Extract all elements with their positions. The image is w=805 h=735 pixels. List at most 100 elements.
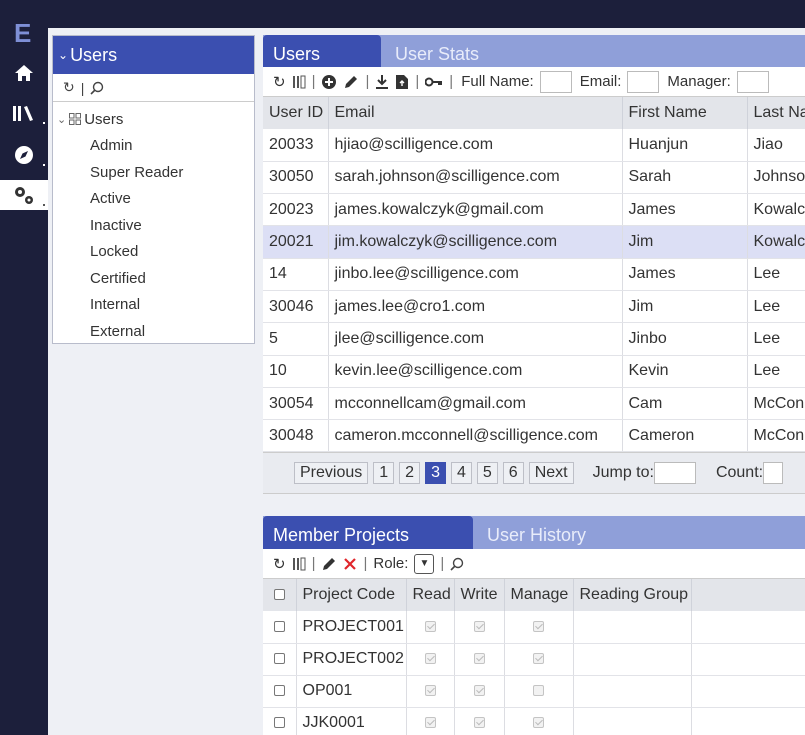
column-header-write[interactable]: Write — [454, 579, 505, 611]
page-button-6[interactable]: 6 — [502, 462, 524, 484]
empty-cell — [691, 675, 805, 708]
table-row[interactable]: 5 jlee@scilligence.com Jinbo Lee — [263, 322, 805, 356]
tree-item-external[interactable]: External — [57, 319, 254, 346]
read-cell — [406, 643, 455, 676]
user-groups-header[interactable]: ⌄ Users — [53, 36, 254, 74]
add-icon[interactable] — [321, 74, 337, 90]
edit-icon[interactable] — [321, 556, 337, 572]
column-header-reading-group[interactable]: Reading Group — [573, 579, 692, 611]
key-icon[interactable] — [425, 76, 443, 88]
count-input[interactable] — [763, 462, 784, 484]
user-id-cell: 20033 — [263, 129, 329, 162]
column-header-project-code[interactable]: Project Code — [296, 579, 407, 611]
table-row[interactable]: 30054mcconnellcam@gmail.comCamMcConnell — [263, 387, 805, 421]
row-checkbox[interactable] — [273, 717, 285, 729]
table-row[interactable]: 10 kevin.lee@scilligence.com Kevin Lee — [263, 355, 805, 388]
page-button-1[interactable]: 1 — [373, 462, 395, 484]
jump-to-label: Jump to: — [592, 464, 654, 481]
user-groups-panel: ⌄ Users ↻ | ⌄ Users Admin Super Reader A… — [52, 35, 255, 344]
table-row[interactable]: 20021 jim.kowalczyk@scilligence.com Jim Kow… — [263, 225, 805, 259]
toolbar-separator: | — [415, 73, 420, 90]
row-checkbox[interactable] — [273, 621, 285, 633]
tab-user-history[interactable]: User History — [473, 516, 596, 552]
refresh-icon[interactable]: ↻ — [63, 79, 75, 96]
table-row[interactable]: 30048 cameron.mcconnell@scilligence.com Ca… — [263, 419, 805, 452]
page-button-2[interactable]: 2 — [399, 462, 421, 484]
column-header-user-id[interactable]: User ID — [263, 97, 329, 129]
user-id-cell: 20021 — [263, 225, 329, 259]
table-row[interactable]: 20023 james.kowalczyk@gmail.com James Kowal… — [263, 193, 805, 227]
manage-checkbox — [533, 653, 544, 665]
email-cell: james.kowalczyk@gmail.com — [328, 193, 623, 227]
row-checkbox[interactable] — [273, 685, 285, 697]
search-icon[interactable] — [90, 81, 104, 95]
column-header-first-name[interactable]: First Name — [622, 97, 748, 129]
tree-root-users[interactable]: ⌄ Users — [57, 108, 254, 130]
app-logo[interactable]: E — [14, 18, 31, 49]
email-cell: mcconnellcam@gmail.com — [328, 387, 623, 421]
next-page-button[interactable]: Next — [528, 462, 574, 484]
write-cell — [454, 707, 505, 735]
admin-nav-button[interactable] — [0, 180, 48, 210]
home-icon — [15, 65, 33, 81]
page-button-4[interactable]: 4 — [450, 462, 472, 484]
toolbar-separator: | — [311, 555, 316, 572]
table-row[interactable]: 14 jinbo.lee@scilligence.com James Lee — [263, 258, 805, 291]
tree-item-inactive[interactable]: Inactive — [57, 213, 254, 240]
previous-page-button[interactable]: Previous — [294, 462, 369, 484]
explore-nav-button[interactable] — [0, 140, 48, 170]
tree-item-super-reader[interactable]: Super Reader — [57, 160, 254, 187]
table-row[interactable]: JJK0001 — [263, 707, 805, 735]
page-button-5[interactable]: 5 — [476, 462, 498, 484]
file-upload-icon[interactable] — [395, 74, 409, 90]
table-row[interactable]: PROJECT001 — [263, 611, 805, 644]
tab-user-stats[interactable]: User Stats — [381, 35, 489, 71]
column-header-read[interactable]: Read — [406, 579, 455, 611]
row-checkbox[interactable] — [273, 653, 285, 665]
tree-item-internal[interactable]: Internal — [57, 292, 254, 319]
refresh-icon[interactable]: ↻ — [273, 555, 286, 573]
download-icon[interactable] — [375, 74, 389, 90]
delete-icon[interactable] — [343, 557, 357, 571]
projects-tabbar: Member Projects User History — [263, 516, 805, 552]
last-name-cell: Lee — [747, 355, 805, 388]
table-row[interactable]: 20033 hjiao@scilligence.com Huanjun Jiao — [263, 129, 805, 162]
email-input[interactable] — [627, 70, 660, 93]
search-icon[interactable] — [450, 557, 464, 571]
tab-member-projects[interactable]: Member Projects — [263, 516, 473, 552]
column-header-manage[interactable]: Manage — [504, 579, 574, 611]
table-row[interactable]: 30046 james.lee@cro1.com Jim Lee — [263, 290, 805, 324]
reading-group-cell — [573, 611, 692, 644]
refresh-icon[interactable]: ↻ — [273, 73, 286, 91]
nav-rail: E — [0, 0, 48, 735]
columns-icon[interactable] — [292, 75, 306, 89]
select-all-checkbox[interactable] — [273, 589, 285, 601]
tab-users[interactable]: Users — [263, 35, 381, 71]
library-nav-button[interactable] — [0, 98, 48, 128]
first-name-cell: Cam — [622, 387, 748, 421]
full-name-input[interactable] — [539, 70, 572, 93]
user-id-cell: 30054 — [263, 387, 329, 421]
manager-input[interactable] — [736, 70, 769, 93]
table-row[interactable]: OP001 — [263, 675, 805, 708]
table-row[interactable]: PROJECT002 — [263, 643, 805, 676]
role-select[interactable]: ▼ — [414, 553, 435, 574]
column-header-email[interactable]: Email — [328, 97, 623, 129]
column-header-last-name[interactable]: Last Name — [747, 97, 805, 129]
table-row[interactable]: 30050 sarah.johnson@scilligence.com Sarah J… — [263, 161, 805, 195]
user-id-cell: 30046 — [263, 290, 329, 324]
jump-to-input[interactable] — [653, 462, 696, 484]
tree-item-locked[interactable]: Locked — [57, 239, 254, 266]
chevron-down-icon[interactable]: ⌄ — [57, 113, 66, 126]
columns-icon[interactable] — [292, 557, 306, 571]
edit-icon[interactable] — [343, 74, 359, 90]
tree-item-admin[interactable]: Admin — [57, 133, 254, 160]
project-code-cell: PROJECT001 — [296, 611, 407, 644]
compass-icon — [15, 146, 33, 164]
tree-item-certified[interactable]: Certified — [57, 266, 254, 293]
tree-item-active[interactable]: Active — [57, 186, 254, 213]
home-nav-button[interactable] — [0, 58, 48, 88]
read-checkbox — [424, 653, 436, 665]
page-button-3[interactable]: 3 — [425, 462, 446, 484]
toolbar-separator: | — [365, 73, 370, 90]
